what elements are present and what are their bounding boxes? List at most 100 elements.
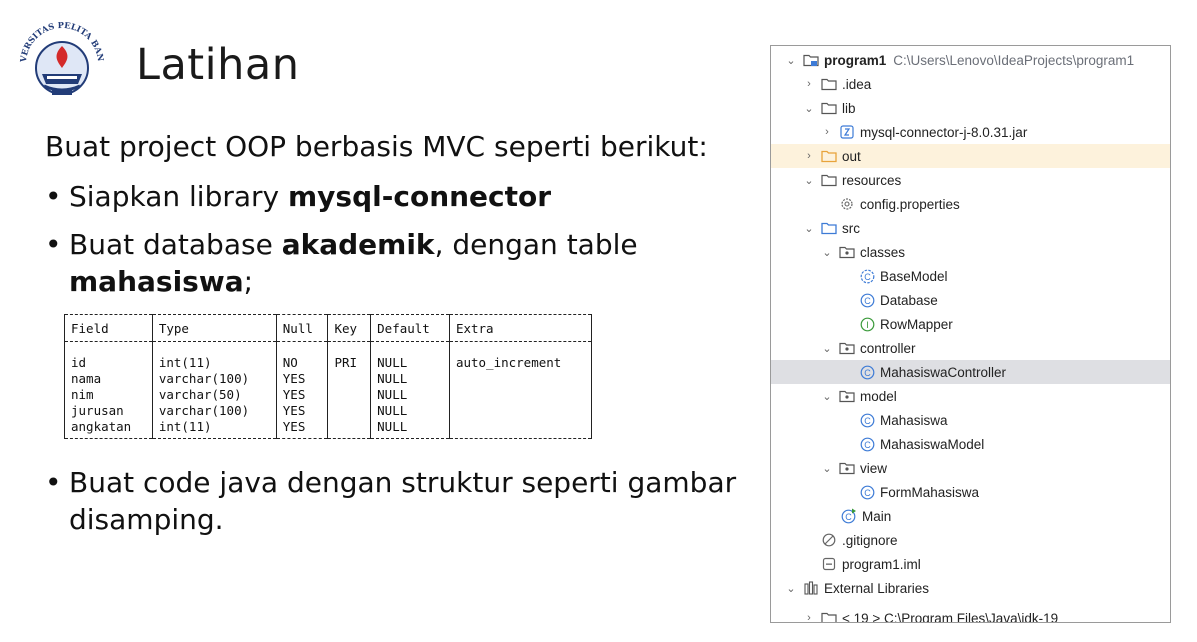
tree-item-label: .gitignore (842, 532, 898, 548)
table-cell: NULL (370, 341, 450, 370)
tree-item-label: model (860, 388, 897, 404)
tree-item-label: view (860, 460, 888, 476)
table-cell (448, 370, 593, 386)
table-row: nama varchar(100) YES NULL (64, 370, 593, 386)
tree-item-label: < 19 > C:\Program Files\Java\jdk-19 (842, 610, 1059, 623)
chevron-down-icon[interactable]: ⌄ (803, 102, 815, 115)
table-row: id int(11) NO PRI NULL auto_increment (64, 341, 593, 370)
tree-item-label: controller (860, 340, 916, 356)
table-cell: NULL (370, 370, 450, 386)
table-header: Default (370, 314, 450, 342)
tree-item-mahasiswamodel[interactable]: C MahasiswaModel (771, 432, 1170, 456)
tree-item-database[interactable]: C Database (771, 288, 1170, 312)
tree-item-basemodel[interactable]: C BaseModel (771, 264, 1170, 288)
chevron-right-icon[interactable]: › (821, 126, 833, 138)
class-icon: C (859, 292, 875, 308)
tree-item-external-libraries[interactable]: ⌄ External Libraries (771, 576, 1170, 600)
table-row: angkatan int(11) YES NULL (64, 418, 593, 439)
table-cell (448, 402, 593, 418)
table-cell: PRI (327, 341, 372, 370)
chevron-down-icon[interactable]: ⌄ (803, 222, 815, 235)
tree-item-rowmapper[interactable]: I RowMapper (771, 312, 1170, 336)
tree-item-label: RowMapper (880, 316, 953, 332)
table-cell (327, 402, 372, 418)
tree-item-main[interactable]: C Main (771, 504, 1170, 528)
interface-icon: I (859, 316, 875, 332)
tree-item-label: Mahasiswa (880, 412, 948, 428)
bullet-bold-text: mahasiswa (69, 265, 244, 298)
chevron-right-icon[interactable]: › (803, 78, 815, 90)
tree-item-gitignore[interactable]: .gitignore (771, 528, 1170, 552)
ignore-file-icon (821, 532, 837, 548)
tree-item-mysql-connector-jar[interactable]: › mysql-connector-j-8.0.31.jar (771, 120, 1170, 144)
mahasiswa-table-structure: Field Type Null Key Default Extra id int… (64, 314, 593, 439)
table-header: Extra (448, 314, 593, 342)
table-cell: NO (275, 341, 329, 370)
table-cell: NULL (370, 386, 450, 402)
bullet-java-code: • Buat code java dengan struktur seperti… (45, 464, 736, 538)
svg-text:C: C (845, 512, 852, 522)
bullet-database: • Buat database akademik, dengan table m… (45, 226, 638, 300)
gear-icon (839, 196, 855, 212)
tree-item-label: External Libraries (824, 580, 930, 596)
tree-item-mahasiswa[interactable]: C Mahasiswa (771, 408, 1170, 432)
tree-item-idea[interactable]: › .idea (771, 72, 1170, 96)
tree-item-formmahasiswa[interactable]: C FormMahasiswa (771, 480, 1170, 504)
class-icon: C (859, 364, 875, 380)
runnable-class-icon: C (841, 508, 857, 524)
table-cell: varchar(50) (151, 386, 277, 402)
library-icon (803, 580, 819, 596)
chevron-right-icon[interactable]: › (803, 612, 815, 622)
svg-text:C: C (864, 415, 871, 425)
svg-text:C: C (864, 295, 871, 305)
tree-item-label: mysql-connector-j-8.0.31.jar (860, 124, 1028, 140)
class-icon: C (859, 436, 875, 452)
svg-text:C: C (864, 367, 871, 377)
tree-item-resources[interactable]: ⌄ resources (771, 168, 1170, 192)
table-cell: YES (275, 386, 329, 402)
table-cell: id (64, 341, 153, 370)
tree-item-mahasiswacontroller[interactable]: C MahasiswaController (771, 360, 1170, 384)
table-cell: nim (64, 386, 153, 402)
package-icon (839, 460, 855, 476)
tree-item-model[interactable]: ⌄ model (771, 384, 1170, 408)
chevron-down-icon[interactable]: ⌄ (785, 54, 797, 67)
bullet-dot: • (45, 180, 62, 213)
chevron-down-icon[interactable]: ⌄ (821, 246, 833, 259)
module-folder-icon (803, 52, 819, 68)
bullet-text: Buat code java dengan struktur seperti g… (69, 466, 737, 499)
table-cell: auto_increment (448, 341, 593, 370)
chevron-down-icon[interactable]: ⌄ (821, 342, 833, 355)
table-cell (327, 418, 372, 439)
tree-item-view[interactable]: ⌄ view (771, 456, 1170, 480)
chevron-down-icon[interactable]: ⌄ (785, 582, 797, 595)
tree-item-label: Main (862, 508, 892, 524)
tree-item-src[interactable]: ⌄ src (771, 216, 1170, 240)
chevron-down-icon[interactable]: ⌄ (821, 390, 833, 403)
tree-item-program1-iml[interactable]: program1.iml (771, 552, 1170, 576)
tree-item-config-properties[interactable]: config.properties (771, 192, 1170, 216)
tree-item-classes[interactable]: ⌄ classes (771, 240, 1170, 264)
tree-item-out[interactable]: › out (771, 144, 1170, 168)
chevron-right-icon[interactable]: › (803, 150, 815, 162)
tree-item-label: resources (842, 172, 902, 188)
tree-item-lib[interactable]: ⌄ lib (771, 96, 1170, 120)
table-cell (448, 386, 593, 402)
table-cell (327, 386, 372, 402)
svg-text:C: C (864, 271, 871, 281)
package-icon (839, 244, 855, 260)
bullet-bold-text: mysql-connector (288, 180, 552, 213)
table-cell: YES (275, 418, 329, 439)
table-header: Key (327, 314, 372, 342)
tree-item-program1[interactable]: ⌄ program1 C:\Users\Lenovo\IdeaProjects\… (771, 48, 1170, 72)
bullet-bold-text: akademik (281, 228, 435, 261)
table-row: nim varchar(50) YES NULL (64, 386, 593, 402)
chevron-down-icon[interactable]: ⌄ (821, 462, 833, 475)
tree-item-jdk[interactable]: › < 19 > C:\Program Files\Java\jdk-19 (771, 606, 1170, 623)
tree-item-controller[interactable]: ⌄ controller (771, 336, 1170, 360)
source-folder-icon (821, 220, 837, 236)
table-cell: varchar(100) (151, 402, 277, 418)
folder-icon (821, 76, 837, 92)
tree-item-label: FormMahasiswa (880, 484, 980, 500)
chevron-down-icon[interactable]: ⌄ (803, 174, 815, 187)
